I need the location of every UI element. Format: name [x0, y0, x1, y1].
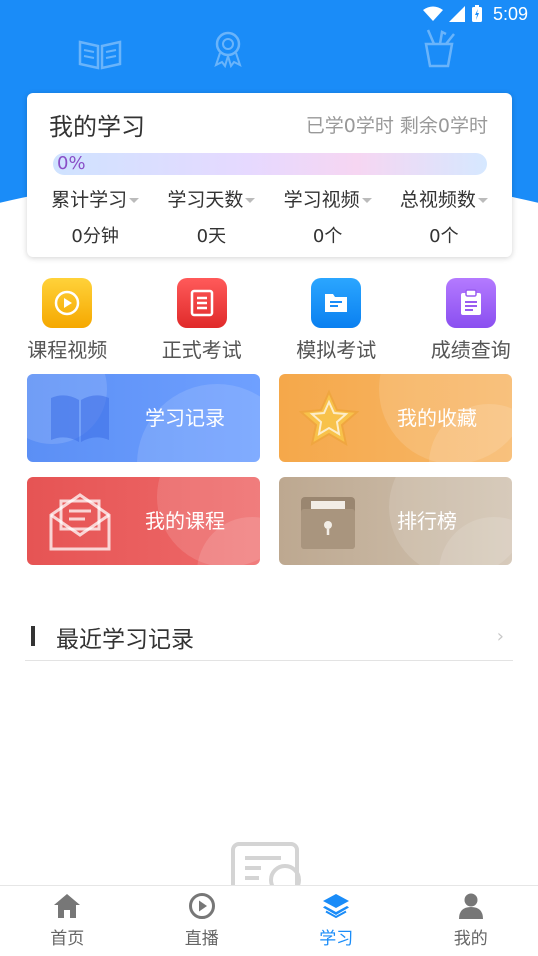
- stat-value: 0个: [429, 226, 459, 247]
- folder-icon: [311, 278, 362, 328]
- user-icon: [458, 893, 483, 919]
- play-icon: [42, 278, 93, 328]
- stat-study-days[interactable]: 学习天数 0天: [153, 185, 269, 248]
- stat-label: 总视频数: [399, 189, 476, 211]
- stat-total-videos[interactable]: 总视频数 0个: [386, 185, 502, 248]
- shortcut-row: 课程视频 正式考试 模拟考试 成绩查询: [0, 278, 538, 363]
- empty-records-illustration-icon: [231, 842, 301, 886]
- tile-leaderboard[interactable]: 排行榜: [279, 477, 512, 565]
- bottom-tab-bar: 首页 直播 学习 我的: [0, 885, 538, 956]
- section-divider: [25, 660, 513, 661]
- caret-down-icon: [245, 198, 256, 203]
- shortcut-label: 正式考试: [161, 338, 242, 362]
- status-bar: 5:09: [0, 0, 538, 28]
- shortcut-formal-exam[interactable]: 正式考试: [135, 278, 270, 363]
- shortcut-mock-exam[interactable]: 模拟考试: [269, 278, 404, 363]
- tab-study[interactable]: 学习: [269, 886, 404, 956]
- tab-label: 学习: [319, 929, 354, 949]
- chevron-right-icon[interactable]: ›: [497, 626, 504, 647]
- tile-my-courses[interactable]: 我的课程: [27, 477, 260, 565]
- tab-mine[interactable]: 我的: [404, 886, 538, 956]
- stat-label: 累计学习: [51, 189, 128, 211]
- tab-home[interactable]: 首页: [0, 886, 135, 956]
- shortcut-label: 模拟考试: [296, 338, 377, 362]
- tab-label: 我的: [453, 929, 488, 949]
- shortcut-score-query[interactable]: 成绩查询: [404, 278, 538, 363]
- signal-icon: [448, 6, 465, 22]
- study-layers-icon: [323, 894, 350, 919]
- caret-down-icon: [361, 198, 372, 203]
- tile-label: 排行榜: [397, 509, 457, 533]
- tile-label: 我的课程: [145, 509, 225, 533]
- tile-label: 我的收藏: [397, 406, 477, 430]
- card-title: 我的学习: [49, 113, 145, 141]
- clipboard-icon: [445, 278, 496, 328]
- envelope-icon: [49, 493, 111, 551]
- shortcut-label: 成绩查询: [430, 338, 511, 362]
- study-progress-bar: 0%: [53, 153, 487, 175]
- medal-decoration-icon: [214, 31, 242, 68]
- progress-percent: 0%: [57, 153, 86, 174]
- stat-label: 学习视频: [283, 189, 360, 211]
- stat-study-videos[interactable]: 学习视频 0个: [270, 185, 386, 248]
- home-icon: [54, 894, 81, 918]
- wifi-icon: [422, 6, 443, 21]
- tab-live[interactable]: 直播: [135, 886, 270, 956]
- stat-value: 0个: [312, 226, 343, 247]
- stat-value: 0天: [196, 226, 227, 247]
- pencil-cup-decoration-icon: [424, 29, 455, 68]
- tab-label: 直播: [184, 929, 219, 949]
- archive-box-icon: [301, 497, 355, 549]
- my-study-card: 我的学习 已学0学时 剩余0学时 0% 累计学习 0分钟 学习天数 0天 学习视…: [27, 93, 512, 257]
- tile-study-record[interactable]: 学习记录: [27, 374, 260, 462]
- caret-down-icon: [477, 198, 488, 203]
- star-icon: [298, 389, 360, 447]
- stat-value: 0分钟: [71, 226, 119, 247]
- caret-down-icon: [129, 198, 140, 203]
- book-icon: [51, 395, 109, 442]
- shortcut-label: 课程视频: [27, 338, 108, 362]
- recent-records-title: 最近学习记录: [56, 627, 194, 653]
- battery-icon: [471, 5, 482, 22]
- tile-my-favorites[interactable]: 我的收藏: [279, 374, 512, 462]
- document-icon: [176, 278, 227, 328]
- book-decoration-icon: [78, 40, 122, 70]
- section-indicator-bar: [31, 626, 35, 646]
- stat-label: 学习天数: [167, 189, 244, 211]
- stat-total-time[interactable]: 累计学习 0分钟: [37, 185, 153, 248]
- study-stats: 累计学习 0分钟 学习天数 0天 学习视频 0个 总视频数 0个: [37, 185, 502, 248]
- live-play-icon: [188, 893, 215, 919]
- status-time: 5:09: [492, 3, 528, 24]
- tab-label: 首页: [50, 929, 85, 949]
- study-hours-summary: 已学0学时 剩余0学时: [305, 115, 488, 137]
- shortcut-course-video[interactable]: 课程视频: [0, 278, 135, 363]
- tile-label: 学习记录: [145, 406, 225, 430]
